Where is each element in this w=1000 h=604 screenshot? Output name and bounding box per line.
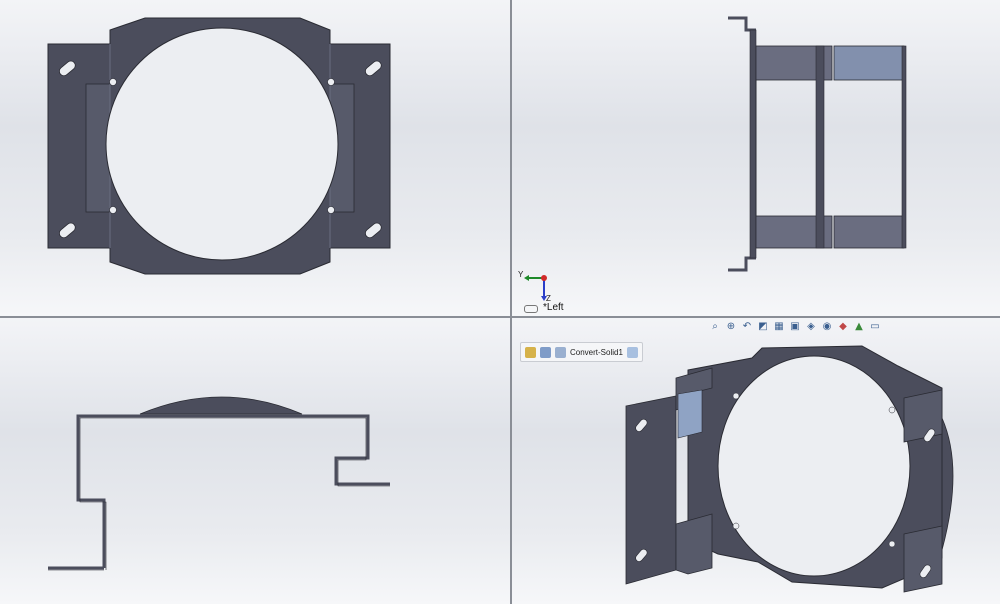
isometric-viewport[interactable]: ⌕ ⊕ ↶ ◩ ▦ ▣ ◈ ◉ ◆ ▲ ▭ Convert-Solid1 <box>512 318 1000 604</box>
heads-up-view-toolbar: ⌕ ⊕ ↶ ◩ ▦ ▣ ◈ ◉ ◆ ▲ ▭ <box>708 318 882 334</box>
triad-y-label: Y <box>518 270 524 279</box>
top-dome <box>139 396 303 415</box>
view-orientation-icon[interactable]: ▣ <box>788 319 802 333</box>
iso-small-hole <box>732 392 740 400</box>
left-view-part[interactable] <box>512 0 1000 316</box>
left-plate-edge <box>749 29 757 259</box>
view-settings-icon[interactable]: ▭ <box>868 319 882 333</box>
iso-left-selected-tab <box>677 389 703 439</box>
left-bottom-hook <box>728 256 756 272</box>
left-bottom-band-right <box>833 215 905 249</box>
iso-small-hole <box>888 406 896 414</box>
edit-appearance-icon[interactable]: ◆ <box>836 319 850 333</box>
front-small-hole <box>327 206 335 214</box>
dynamic-annotation-icon[interactable]: ▦ <box>772 319 786 333</box>
feature-icon <box>555 346 566 358</box>
top-viewport[interactable] <box>0 318 510 604</box>
front-small-hole <box>109 78 117 86</box>
front-view-part[interactable] <box>0 0 510 316</box>
iso-right-upper-bend <box>903 389 943 443</box>
iso-left-lower-bend <box>675 513 713 575</box>
part-icon[interactable] <box>525 346 536 358</box>
section-view-icon[interactable]: ◩ <box>756 319 770 333</box>
left-middle-rib <box>815 45 825 249</box>
front-center-hole <box>105 27 339 261</box>
feature-breadcrumb[interactable]: Convert-Solid1 <box>520 342 643 362</box>
left-right-rib <box>901 45 907 249</box>
front-small-hole <box>327 78 335 86</box>
iso-small-hole <box>888 540 896 548</box>
previous-view-icon[interactable]: ↶ <box>740 319 754 333</box>
display-style-icon[interactable]: ◈ <box>804 319 818 333</box>
top-profile <box>48 414 390 570</box>
left-top-hook <box>728 16 756 32</box>
iso-small-hole <box>732 522 740 530</box>
iso-left-flange <box>625 395 677 585</box>
view-orientation-label: *Left <box>543 302 564 313</box>
apply-scene-icon[interactable]: ▲ <box>852 319 866 333</box>
zoom-to-fit-icon[interactable]: ⌕ <box>708 319 722 333</box>
iso-right-lower-bend <box>903 525 943 593</box>
breadcrumb-feature-name[interactable]: Convert-Solid1 <box>570 348 623 357</box>
left-top-band-selected <box>833 45 905 81</box>
hide-show-icon[interactable]: ◉ <box>820 319 834 333</box>
iso-center-hole <box>717 355 911 577</box>
left-viewport[interactable]: Y Z *Left <box>512 0 1000 316</box>
top-view-part[interactable] <box>0 318 510 604</box>
view-link-icon <box>524 305 538 313</box>
front-small-hole <box>109 206 117 214</box>
front-viewport[interactable] <box>0 0 510 316</box>
face-icon[interactable] <box>626 346 638 358</box>
body-icon[interactable] <box>540 346 551 358</box>
zoom-area-icon[interactable]: ⊕ <box>724 319 738 333</box>
